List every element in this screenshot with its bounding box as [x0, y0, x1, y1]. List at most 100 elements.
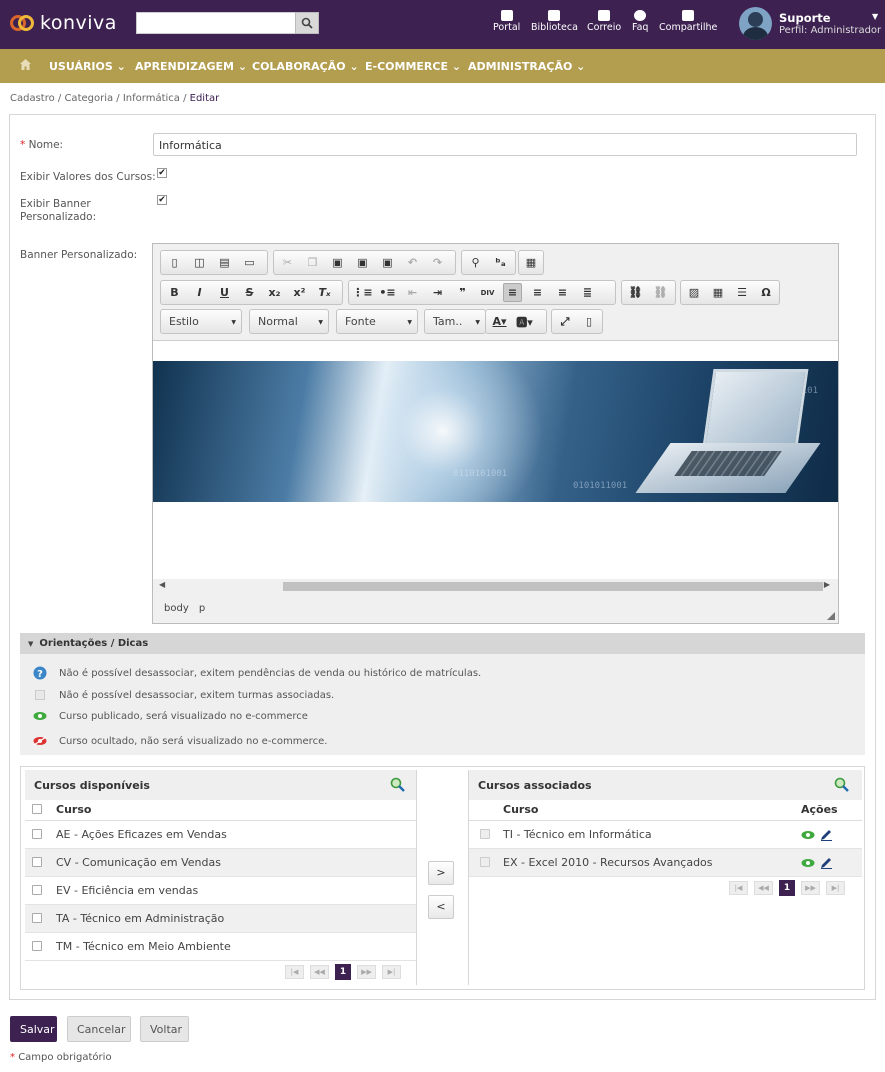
editor-content-area[interactable]: 0110101001 100100010101 0101011001 [153, 340, 838, 587]
prev-page-icon[interactable]: ◀◀ [310, 965, 329, 979]
bullet-list-icon[interactable]: •≡ [378, 283, 397, 302]
bg-color-icon[interactable]: 🅰▾ [515, 312, 534, 331]
horizontal-rule-icon[interactable]: ☰ [733, 283, 751, 302]
show-values-checkbox[interactable]: ✔ [157, 168, 167, 178]
link-icon[interactable]: ⛓ [626, 283, 645, 302]
home-icon[interactable] [20, 59, 31, 70]
maximize-icon[interactable]: ⤢ [556, 312, 574, 331]
blockquote-icon[interactable]: ❞ [453, 283, 472, 302]
back-button[interactable]: Voltar [140, 1016, 189, 1042]
eye-visible-icon[interactable] [801, 830, 815, 840]
redo-icon[interactable]: ↷ [428, 253, 447, 272]
search-button[interactable] [295, 12, 319, 34]
outdent-icon[interactable]: ⇤ [403, 283, 422, 302]
prev-page-icon[interactable]: ◀◀ [754, 881, 773, 895]
div-icon[interactable]: DIV [478, 283, 497, 302]
copy-icon[interactable]: ❐ [303, 253, 322, 272]
course-checkbox[interactable] [32, 885, 42, 895]
available-course-row[interactable]: CV - Comunicação em Vendas [25, 849, 416, 877]
show-banner-checkbox[interactable]: ✔ [157, 195, 167, 205]
paste-word-icon[interactable]: ▣ [378, 253, 397, 272]
available-course-row[interactable]: TA - Técnico em Administração [25, 905, 416, 933]
numbered-list-icon[interactable]: ⋮≡ [352, 283, 372, 302]
paste-text-icon[interactable]: ▣ [353, 253, 372, 272]
tips-header[interactable]: ▼ Orientações / Dicas [20, 633, 865, 654]
edit-pencil-icon[interactable] [820, 856, 833, 869]
text-color-icon[interactable]: A▾ [490, 312, 509, 331]
move-left-button[interactable]: < [428, 895, 454, 919]
available-course-row[interactable]: EV - Eficiência em vendas [25, 877, 416, 905]
path-p[interactable]: p [199, 603, 205, 614]
scroll-thumb[interactable] [283, 582, 823, 591]
align-center-icon[interactable]: ≡ [528, 283, 547, 302]
select-all-available-checkbox[interactable] [32, 804, 42, 814]
remove-format-icon[interactable]: Tₓ [315, 283, 334, 302]
subscript-icon[interactable]: x₂ [265, 283, 284, 302]
scroll-right-icon[interactable]: ▶ [824, 580, 830, 589]
next-page-icon[interactable]: ▶▶ [801, 881, 820, 895]
next-page-icon[interactable]: ▶▶ [357, 965, 376, 979]
first-page-icon[interactable]: |◀ [729, 881, 748, 895]
indent-icon[interactable]: ⇥ [428, 283, 447, 302]
superscript-icon[interactable]: x² [290, 283, 309, 302]
correio-link[interactable]: Correio [587, 10, 621, 33]
new-page-icon[interactable]: ▯ [165, 253, 184, 272]
associated-course-row[interactable]: EX - Excel 2010 - Recursos Avançados [469, 849, 862, 877]
available-course-row[interactable]: AE - Ações Eficazes em Vendas [25, 821, 416, 849]
unlink-icon[interactable]: ⛓ [651, 283, 670, 302]
last-page-icon[interactable]: ▶| [826, 881, 845, 895]
image-icon[interactable]: ▨ [685, 283, 703, 302]
find-icon[interactable]: ⚲ [466, 253, 485, 272]
current-page[interactable]: 1 [335, 964, 351, 980]
bold-icon[interactable]: B [165, 283, 184, 302]
select-all-icon[interactable]: ▦ [523, 253, 539, 272]
size-select[interactable]: Tam.. ▼ [424, 309, 486, 334]
konviva-logo[interactable]: konviva [10, 11, 117, 35]
faq-link[interactable]: Faq [632, 10, 648, 33]
style-select[interactable]: Estilo ▼ [160, 309, 242, 334]
last-page-icon[interactable]: ▶| [382, 965, 401, 979]
course-checkbox[interactable] [32, 913, 42, 923]
course-checkbox[interactable] [32, 941, 42, 951]
font-select[interactable]: Fonte ▼ [336, 309, 418, 334]
course-checkbox[interactable] [32, 829, 42, 839]
path-body[interactable]: body [164, 603, 189, 614]
name-field[interactable]: Informática [153, 133, 857, 156]
first-page-icon[interactable]: |◀ [285, 965, 304, 979]
align-right-icon[interactable]: ≡ [553, 283, 572, 302]
italic-icon[interactable]: I [190, 283, 209, 302]
editor-horizontal-scrollbar[interactable]: ◀ ▶ [153, 579, 838, 593]
compartilhe-link[interactable]: Compartilhe [659, 10, 717, 33]
user-name[interactable]: Suporte [779, 11, 831, 25]
breadcrumb-trail[interactable]: Cadastro / Categoria / Informática / [10, 93, 190, 104]
strike-icon[interactable]: S [240, 283, 259, 302]
current-page[interactable]: 1 [779, 880, 795, 896]
search-course-icon[interactable] [834, 777, 849, 792]
course-checkbox[interactable] [32, 857, 42, 867]
move-right-button[interactable]: > [428, 861, 454, 885]
resize-grip-icon[interactable] [827, 612, 835, 620]
preview-icon[interactable]: ◫ [190, 253, 209, 272]
edit-pencil-icon[interactable] [820, 828, 833, 841]
portal-link[interactable]: Portal [493, 10, 520, 33]
format-select[interactable]: Normal ▼ [249, 309, 329, 334]
nav-administracao[interactable]: ADMINISTRAÇÃO ⌄ [468, 60, 585, 73]
scroll-left-icon[interactable]: ◀ [159, 580, 165, 589]
table-icon[interactable]: ▦ [709, 283, 727, 302]
paste-icon[interactable]: ▣ [328, 253, 347, 272]
associated-course-row[interactable]: TI - Técnico em Informática [469, 821, 862, 849]
replace-icon[interactable]: ᵇₐ [491, 253, 510, 272]
available-course-row[interactable]: TM - Técnico em Meio Ambiente [25, 933, 416, 961]
nav-usuarios[interactable]: USUÁRIOS ⌄ [49, 60, 126, 73]
template-icon[interactable]: ▭ [240, 253, 259, 272]
show-blocks-icon[interactable]: ▯ [580, 312, 598, 331]
search-course-icon[interactable] [390, 777, 405, 792]
biblioteca-link[interactable]: Biblioteca [531, 10, 578, 33]
nav-colaboracao[interactable]: COLABORAÇÃO ⌄ [252, 60, 359, 73]
underline-icon[interactable]: U [215, 283, 234, 302]
justify-icon[interactable]: ≣ [578, 283, 597, 302]
cut-icon[interactable]: ✂ [278, 253, 297, 272]
user-menu-caret-icon[interactable]: ▼ [872, 12, 878, 21]
avatar[interactable] [739, 7, 772, 40]
search-input[interactable] [136, 12, 296, 34]
